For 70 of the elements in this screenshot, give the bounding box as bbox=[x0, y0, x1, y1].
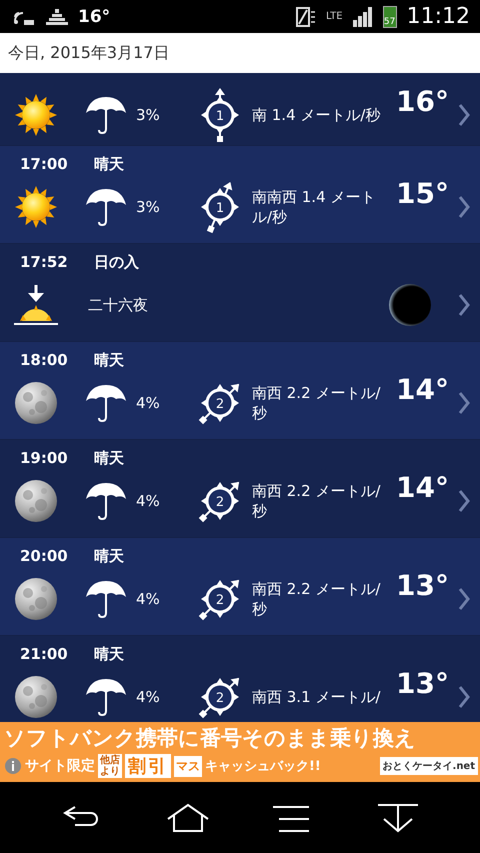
ad-headline: ソフトバンク携帯に番号そのまま乗り換え bbox=[4, 725, 417, 752]
sun-icon bbox=[14, 93, 58, 137]
wind-label: 南西 3.1 メートル/ bbox=[252, 687, 382, 707]
condition-label: 晴天 bbox=[94, 449, 124, 468]
condition-label: 晴天 bbox=[94, 351, 124, 370]
ad-logo: おとくケータイ.net bbox=[380, 757, 478, 775]
data-usage-icon bbox=[46, 8, 68, 26]
chevron-icon bbox=[458, 489, 470, 513]
temperature: 14° bbox=[395, 471, 450, 504]
precipitation-chance: 4% bbox=[136, 394, 161, 412]
wind-label: 南西 2.2 メートル/秒 bbox=[252, 481, 382, 521]
time-label: 17:52 bbox=[19, 253, 69, 272]
condition-label: 晴天 bbox=[94, 645, 124, 664]
ad-text: キャッシュバック!! bbox=[205, 758, 321, 775]
time-label: 18:00 bbox=[19, 351, 69, 370]
precipitation-chance: 3% bbox=[136, 198, 161, 216]
chevron-icon bbox=[458, 391, 470, 415]
temperature: 15° bbox=[395, 177, 450, 210]
status-temperature: 16° bbox=[78, 6, 110, 26]
ad-text: 他店より bbox=[98, 754, 122, 778]
condition-label: 晴天 bbox=[94, 547, 124, 566]
moon-icon bbox=[14, 381, 58, 425]
umbrella-icon bbox=[84, 579, 128, 619]
wind-label: 南西 2.2 メートル/秒 bbox=[252, 579, 382, 619]
temperature: 13° bbox=[395, 569, 450, 602]
date-header: 今日, 2015年3月17日 bbox=[8, 42, 170, 64]
umbrella-icon bbox=[84, 481, 128, 521]
umbrella-icon bbox=[84, 383, 128, 423]
condition-label: 晴天 bbox=[94, 155, 124, 174]
wind-label: 南 1.4 メートル/秒 bbox=[252, 105, 382, 125]
chevron-icon bbox=[458, 103, 470, 127]
time-label: 19:00 bbox=[19, 449, 69, 468]
chevron-icon bbox=[458, 293, 470, 317]
temperature: 13° bbox=[395, 667, 450, 700]
battery-level: 57 bbox=[382, 6, 397, 28]
moon-icon bbox=[14, 675, 58, 719]
precipitation-chance: 4% bbox=[136, 492, 161, 510]
network-type: LTE bbox=[326, 11, 343, 22]
sun-icon bbox=[14, 185, 58, 229]
temperature: 14° bbox=[395, 373, 450, 406]
chevron-icon bbox=[458, 587, 470, 611]
wind-label: 南西 2.2 メートル/秒 bbox=[252, 383, 382, 423]
sim-icon bbox=[296, 6, 316, 28]
ad-text: サイト限定 bbox=[25, 757, 95, 775]
time-label: 21:00 bbox=[19, 645, 69, 664]
info-icon[interactable] bbox=[4, 757, 22, 775]
sunset-icon bbox=[14, 283, 58, 327]
moon-phase-icon bbox=[388, 283, 432, 327]
umbrella-icon bbox=[84, 95, 128, 135]
moon-icon bbox=[14, 479, 58, 523]
chevron-icon bbox=[458, 195, 470, 219]
ad-text: マス bbox=[174, 756, 202, 776]
chevron-icon bbox=[458, 685, 470, 709]
precipitation-chance: 4% bbox=[136, 688, 161, 706]
home-icon[interactable] bbox=[166, 802, 210, 832]
precipitation-chance: 4% bbox=[136, 590, 161, 608]
umbrella-icon bbox=[84, 677, 128, 717]
time-label: 17:00 bbox=[19, 155, 69, 174]
clock: 11:12 bbox=[406, 4, 470, 29]
umbrella-icon bbox=[84, 187, 128, 227]
signal-icon bbox=[352, 6, 373, 26]
download-icon[interactable] bbox=[376, 802, 420, 832]
time-label: 20:00 bbox=[19, 547, 69, 566]
wind-label: 南南西 1.4 メートル/秒 bbox=[252, 187, 376, 227]
temperature: 16° bbox=[395, 85, 450, 118]
ad-highlight: 割引 bbox=[125, 754, 171, 778]
condition-label: 日の入 bbox=[94, 253, 139, 272]
moon-icon bbox=[14, 577, 58, 621]
precipitation-chance: 3% bbox=[136, 106, 161, 124]
moon-phase-label: 二十六夜 bbox=[87, 296, 149, 314]
